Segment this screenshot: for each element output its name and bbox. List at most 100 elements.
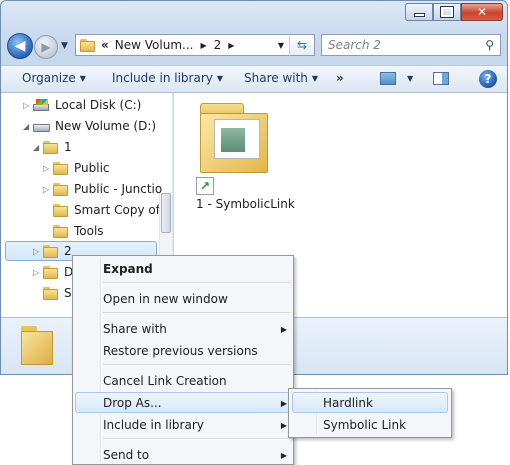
folder-icon <box>43 265 59 279</box>
drop-as-submenu: Hardlink Symbolic Link <box>288 388 452 438</box>
share-label: Share with <box>244 71 308 85</box>
address-dropdown-icon[interactable]: ▼ <box>278 41 284 50</box>
search-icon[interactable]: ⚲ <box>485 38 494 52</box>
folder-icon <box>43 286 59 300</box>
submenu-item-hardlink[interactable]: Hardlink <box>323 393 373 413</box>
more-commands-button[interactable]: » <box>336 71 344 85</box>
share-with-button[interactable]: Share with ▼ <box>244 71 318 85</box>
menu-separator <box>103 282 291 284</box>
details-folder-icon <box>21 326 55 366</box>
submenu-arrow-icon: ▶ <box>280 398 287 408</box>
organize-label: Organize <box>22 71 76 85</box>
expand-arrow-icon[interactable]: ▷ <box>33 268 43 277</box>
back-arrow-icon: ◀ <box>14 38 26 54</box>
folder-preview-page <box>214 119 260 159</box>
menu-label: Drop As... <box>103 396 162 410</box>
tree-item-2[interactable]: ▷ 2 <box>33 241 72 261</box>
refresh-button[interactable]: ⇆ <box>289 34 315 56</box>
folder-icon <box>53 161 69 175</box>
tree-item-smart-copy[interactable]: Smart Copy of T <box>53 200 171 220</box>
menu-label: Share with <box>103 322 167 336</box>
tree-item-public[interactable]: ▷ Public <box>43 158 110 178</box>
expand-arrow-icon[interactable]: ▷ <box>43 185 53 194</box>
menu-item-send-to[interactable]: Send to ▶ <box>103 445 287 465</box>
close-icon: ✕ <box>476 5 488 19</box>
folder-icon <box>53 224 69 238</box>
expand-arrow-icon[interactable]: ▷ <box>33 247 43 256</box>
symbolic-link-folder-item[interactable] <box>196 103 270 175</box>
change-view-icon[interactable] <box>380 72 396 85</box>
refresh-icon: ⇆ <box>296 38 308 52</box>
caption-buttons: ✕ <box>405 3 503 21</box>
menu-item-restore-previous[interactable]: Restore previous versions <box>103 341 258 361</box>
tree-item-local-disk[interactable]: ▷ Local Disk (C:) <box>23 95 141 115</box>
tree-item-label: Public - Junctio <box>74 182 163 196</box>
tree-item-label: Tools <box>74 224 104 238</box>
breadcrumb-new-volume[interactable]: New Volum... <box>115 38 194 52</box>
folder-icon <box>53 203 69 217</box>
close-button[interactable]: ✕ <box>461 3 503 21</box>
breadcrumb-separator-icon: ▶ <box>200 40 207 50</box>
drive-icon <box>33 120 51 133</box>
expand-arrow-icon[interactable]: ▷ <box>23 101 33 110</box>
collapse-arrow-icon[interactable]: ◢ <box>23 122 33 131</box>
view-dropdown-icon[interactable]: ▼ <box>403 71 413 85</box>
menu-item-cancel-link[interactable]: Cancel Link Creation <box>103 371 227 391</box>
submenu-arrow-icon: ▶ <box>280 324 287 334</box>
address-row: ◀ ▶ ▼ « New Volum... ▶ 2 ▶ ▼ ⇆ Search 2 … <box>1 29 507 63</box>
collapse-arrow-icon[interactable]: ◢ <box>33 143 43 152</box>
chevron-down-icon: ▼ <box>79 74 86 83</box>
expand-arrow-icon[interactable]: ▷ <box>43 164 53 173</box>
scrollbar-thumb[interactable] <box>161 193 171 233</box>
tree-item-public-junction[interactable]: ▷ Public - Junctio <box>43 179 162 199</box>
folder-icon <box>80 38 96 52</box>
menu-item-drop-as[interactable]: Drop As... ▶ <box>103 393 287 413</box>
tree-item-label: Public <box>74 161 110 175</box>
context-menu: Expand Open in new window Share with ▶ Re… <box>72 255 294 465</box>
menu-item-open-new-window[interactable]: Open in new window <box>103 289 228 309</box>
include-label: Include in library <box>112 71 213 85</box>
search-placeholder: Search 2 <box>328 38 381 52</box>
preview-pane-icon[interactable] <box>433 72 449 85</box>
command-bar: Organize ▼ Include in library ▼ Share with… <box>1 65 507 93</box>
include-in-library-button[interactable]: Include in library ▼ <box>112 71 223 85</box>
folder-icon <box>43 140 59 154</box>
menu-label: Send to <box>103 448 150 462</box>
menu-label: Include in library <box>103 418 204 432</box>
forward-button[interactable]: ▶ <box>34 35 58 59</box>
tree-item-label: 2 <box>64 244 72 258</box>
breadcrumb-overflow[interactable]: « <box>101 38 109 52</box>
menu-item-expand[interactable]: Expand <box>103 259 153 279</box>
maximize-icon <box>440 6 454 18</box>
tree-item-tools[interactable]: Tools <box>53 221 104 241</box>
chevron-down-icon: ▼ <box>216 74 224 83</box>
tree-item-d[interactable]: ▷ D <box>33 262 73 282</box>
menu-item-share-with[interactable]: Share with ▶ <box>103 319 287 339</box>
local-disk-icon <box>33 98 51 112</box>
help-icon[interactable]: ? <box>479 70 497 88</box>
maximize-button[interactable] <box>433 3 461 21</box>
tree-item-new-volume[interactable]: ◢ New Volume (D:) <box>23 116 156 136</box>
organize-button[interactable]: Organize ▼ <box>22 71 86 85</box>
folder-icon <box>53 182 69 196</box>
menu-gutter <box>100 258 102 462</box>
tree-item-label: Smart Copy of T <box>74 203 172 217</box>
minimize-icon <box>413 13 425 17</box>
submenu-item-symbolic-link[interactable]: Symbolic Link <box>323 415 406 435</box>
menu-separator <box>103 312 291 314</box>
menu-separator <box>103 438 291 440</box>
minimize-button[interactable] <box>405 3 433 21</box>
search-input[interactable]: Search 2 ⚲ <box>321 34 501 56</box>
chevron-down-icon: ▼ <box>311 74 319 83</box>
submenu-arrow-icon: ▶ <box>280 420 287 430</box>
forward-arrow-icon: ▶ <box>41 40 51 54</box>
tree-item-label: Local Disk (C:) <box>55 98 142 112</box>
tree-item-label: New Volume (D:) <box>55 119 157 133</box>
address-bar[interactable]: « New Volum... ▶ 2 ▶ ▼ <box>75 34 315 56</box>
recent-pages-dropdown[interactable]: ▼ <box>61 41 68 51</box>
breadcrumb-2[interactable]: 2 <box>214 38 222 52</box>
file-name[interactable]: 1 - SymbolicLink <box>196 197 295 211</box>
menu-item-include-library[interactable]: Include in library ▶ <box>103 415 287 435</box>
back-button[interactable]: ◀ <box>7 33 33 59</box>
tree-item-1[interactable]: ◢ 1 <box>33 137 72 157</box>
